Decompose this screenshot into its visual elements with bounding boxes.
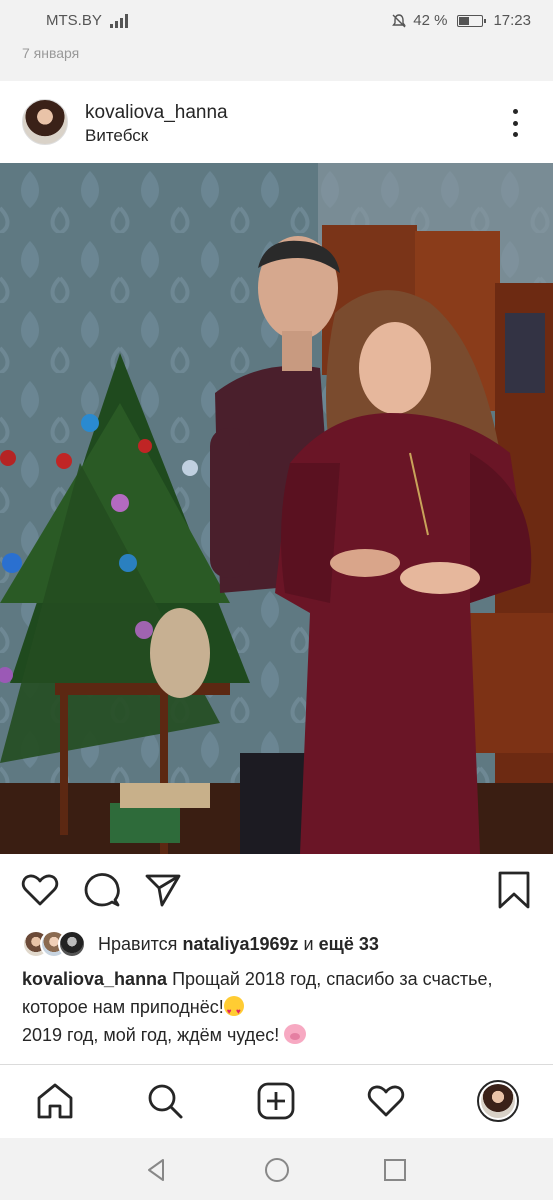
likes-prefix: Нравится — [98, 933, 178, 954]
liker-username[interactable]: nataliya1969z — [182, 934, 298, 954]
likes-row[interactable]: Нравится nataliya1969z и ещё 33 — [22, 924, 542, 964]
home-circle-icon[interactable] — [263, 1156, 291, 1184]
post-photo[interactable] — [0, 163, 553, 854]
search-icon[interactable] — [145, 1081, 185, 1121]
author-username[interactable]: kovaliova_hanna — [85, 102, 228, 124]
pig-emoji — [284, 1024, 307, 1044]
author-avatar[interactable] — [22, 99, 68, 145]
back-icon[interactable] — [143, 1156, 171, 1184]
signal-icon — [109, 13, 128, 28]
system-navigation-bar — [0, 1138, 553, 1200]
heart-icon[interactable] — [20, 870, 60, 910]
clock: 17:23 — [493, 12, 531, 29]
home-icon[interactable] — [35, 1081, 75, 1121]
mute-icon — [392, 13, 407, 27]
photo-illustration — [0, 163, 553, 854]
add-post-icon[interactable] — [256, 1081, 296, 1121]
share-icon[interactable] — [143, 870, 183, 910]
post-location[interactable]: Витебск — [85, 126, 148, 146]
caption-username[interactable]: kovaliova_hanna — [22, 969, 167, 989]
previous-post-date-strip: 7 января — [0, 41, 553, 81]
likes-more[interactable]: ещё 33 — [319, 934, 379, 954]
battery-percent: 42 % — [413, 12, 448, 29]
bookmark-icon[interactable] — [494, 870, 534, 910]
battery-icon — [457, 14, 487, 27]
profile-avatar[interactable] — [477, 1080, 519, 1122]
caption-line-2: 2019 год, мой год, ждём чудес! — [22, 1025, 280, 1045]
likes-summary[interactable]: Нравится nataliya1969z и ещё 33 — [98, 934, 379, 955]
more-options-icon[interactable] — [508, 109, 522, 137]
liker-avatar — [58, 930, 86, 958]
recents-icon[interactable] — [381, 1156, 409, 1184]
bottom-navigation — [0, 1064, 553, 1138]
post-date-label: 7 января — [22, 45, 80, 61]
likes-connector: и — [303, 933, 314, 954]
post-caption: kovaliova_hanna Прощай 2018 год, спасибо… — [22, 965, 532, 1049]
post-header: kovaliova_hanna Витебск — [0, 81, 553, 163]
post-actions — [0, 854, 553, 924]
carrier-label: MTS.BY — [46, 12, 102, 29]
heart-eyes-emoji — [223, 996, 244, 1026]
activity-heart-icon[interactable] — [366, 1081, 406, 1121]
comment-icon[interactable] — [82, 870, 122, 910]
status-bar: MTS.BY 42 % 17:23 — [0, 0, 553, 41]
